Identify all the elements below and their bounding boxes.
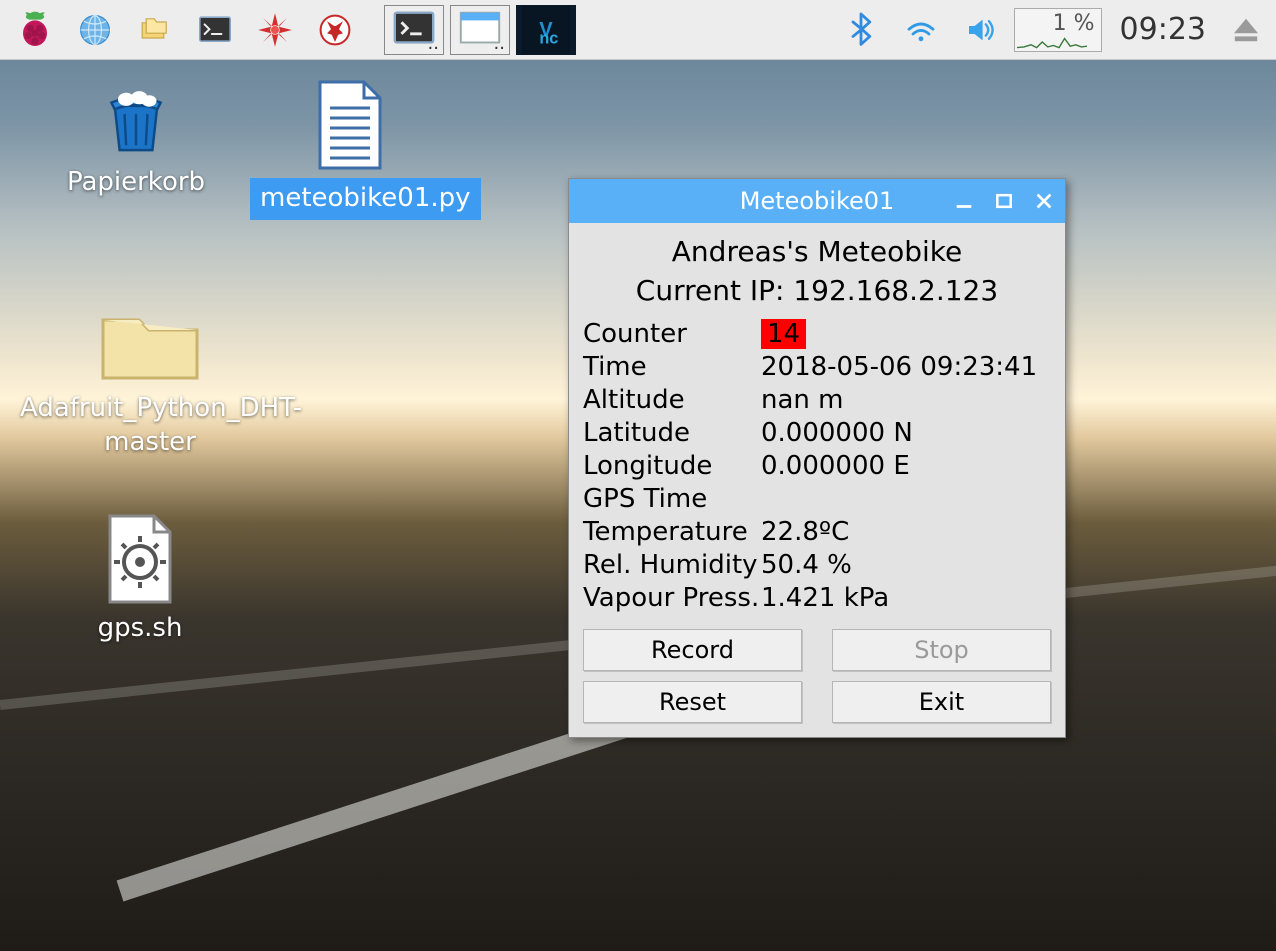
app-heading: Andreas's Meteobike (583, 235, 1051, 268)
label-time: Time (583, 352, 761, 382)
window-title: Meteobike01 (730, 187, 905, 215)
exit-button[interactable]: Exit (832, 681, 1051, 723)
file-manager-button[interactable] (128, 3, 182, 57)
globe-icon (75, 10, 115, 50)
desktop-icon-label: meteobike01.py (250, 178, 481, 220)
minimize-button[interactable] (951, 188, 977, 214)
row-gpstime: GPS Time (583, 484, 1051, 514)
meteobike-window: Meteobike01 Andreas's Meteobike Current … (568, 178, 1066, 738)
eject-button[interactable] (1224, 3, 1268, 57)
desktop-icon-label: Adafruit_Python_DHT-master (20, 392, 280, 460)
task-window-meteobike[interactable]: .. (450, 5, 510, 55)
row-temperature: Temperature 22.8ºC (583, 517, 1051, 547)
minimize-icon (953, 190, 975, 212)
spikey-icon (255, 10, 295, 50)
value-latitude: 0.000000 N (761, 418, 1051, 448)
label-gpstime: GPS Time (583, 484, 761, 514)
desktop-icon-meteobike-py[interactable]: meteobike01.py (250, 78, 450, 220)
row-vapour: Vapour Press. 1.421 kPa (583, 583, 1051, 613)
text-file-icon (310, 78, 390, 172)
folders-icon (135, 10, 175, 50)
speaker-icon (961, 10, 1001, 50)
wifi-icon (901, 10, 941, 50)
value-gpstime (761, 484, 1051, 514)
desktop-icon-label: gps.sh (40, 612, 240, 646)
value-counter: 14 (761, 319, 806, 349)
label-longitude: Longitude (583, 451, 761, 481)
label-temperature: Temperature (583, 517, 761, 547)
wolfram-button[interactable] (308, 3, 362, 57)
label-altitude: Altitude (583, 385, 761, 415)
web-browser-button[interactable] (68, 3, 122, 57)
svg-text:nc: nc (539, 29, 558, 47)
bluetooth-icon (841, 10, 881, 50)
maximize-icon (994, 191, 1014, 211)
raspberry-pi-icon (15, 10, 55, 50)
desktop-icon-trash[interactable]: Papierkorb (36, 78, 236, 200)
task-dots: .. (428, 33, 439, 54)
task-dots: .. (494, 33, 505, 54)
wifi-button[interactable] (894, 3, 948, 57)
maximize-button[interactable] (991, 188, 1017, 214)
record-button[interactable]: Record (583, 629, 802, 671)
taskbar: .. .. V nc 1 % (0, 0, 1276, 60)
mathematica-button[interactable] (248, 3, 302, 57)
task-vnc[interactable]: V nc (516, 5, 576, 55)
desktop-icon-label: Papierkorb (36, 166, 236, 200)
bluetooth-button[interactable] (834, 3, 888, 57)
row-longitude: Longitude 0.000000 E (583, 451, 1051, 481)
value-temperature: 22.8ºC (761, 517, 1051, 547)
desktop-icon-gps-sh[interactable]: gps.sh (40, 512, 240, 646)
row-latitude: Latitude 0.000000 N (583, 418, 1051, 448)
label-counter: Counter (583, 319, 761, 349)
wolf-icon (315, 10, 355, 50)
cpu-monitor[interactable]: 1 % (1014, 8, 1102, 52)
eject-icon (1226, 10, 1266, 50)
row-altitude: Altitude nan m (583, 385, 1051, 415)
label-humidity: Rel. Humidity (583, 550, 761, 580)
value-time: 2018-05-06 09:23:41 (761, 352, 1051, 382)
terminal-button[interactable] (188, 3, 242, 57)
cpu-graph-icon (1017, 35, 1087, 49)
start-menu-button[interactable] (8, 3, 62, 57)
row-time: Time 2018-05-06 09:23:41 (583, 352, 1051, 382)
volume-button[interactable] (954, 3, 1008, 57)
script-file-icon (100, 512, 180, 606)
value-vapour: 1.421 kPa (761, 583, 1051, 613)
titlebar[interactable]: Meteobike01 (569, 179, 1065, 223)
task-terminal[interactable]: .. (384, 5, 444, 55)
close-button[interactable] (1031, 188, 1057, 214)
reset-button[interactable]: Reset (583, 681, 802, 723)
label-vapour: Vapour Press. (583, 583, 761, 613)
folder-icon (95, 300, 205, 386)
app-ip-line: Current IP: 192.168.2.123 (583, 274, 1051, 307)
value-humidity: 50.4 % (761, 550, 1051, 580)
vnc-icon: V nc (517, 6, 575, 54)
desktop-icon-adafruit[interactable]: Adafruit_Python_DHT-master (20, 300, 280, 460)
trash-icon (93, 78, 179, 160)
row-counter: Counter 14 (583, 319, 1051, 349)
cpu-percent: 1 % (1053, 11, 1095, 36)
clock[interactable]: 09:23 (1108, 12, 1218, 47)
close-icon (1033, 190, 1055, 212)
terminal-icon (195, 10, 235, 50)
value-altitude: nan m (761, 385, 1051, 415)
stop-button[interactable]: Stop (832, 629, 1051, 671)
row-humidity: Rel. Humidity 50.4 % (583, 550, 1051, 580)
window-body: Andreas's Meteobike Current IP: 192.168.… (569, 223, 1065, 737)
value-longitude: 0.000000 E (761, 451, 1051, 481)
label-latitude: Latitude (583, 418, 761, 448)
